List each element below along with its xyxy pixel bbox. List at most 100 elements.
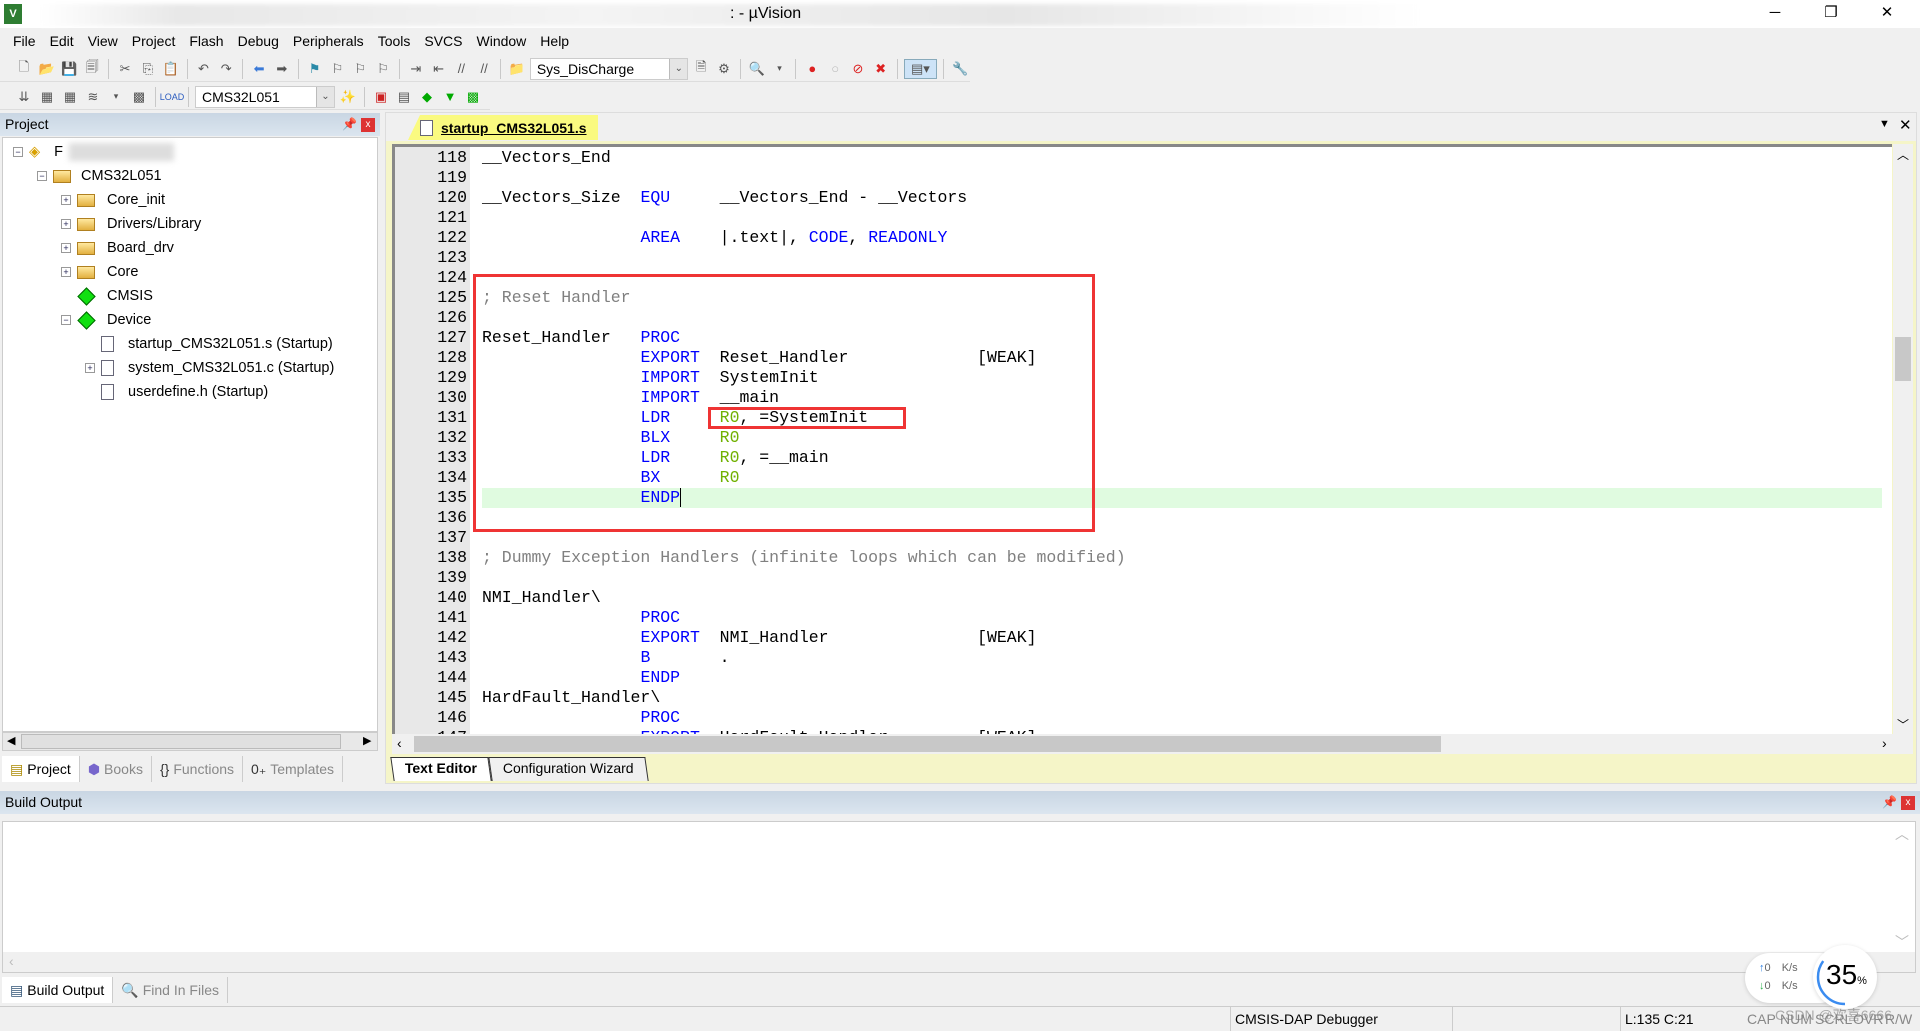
manage-run-time-environment-icon[interactable]: ◆ <box>417 87 437 107</box>
menu-tools[interactable]: Tools <box>371 30 418 52</box>
close-button[interactable]: ✕ <box>1864 0 1910 28</box>
scroll-left-icon[interactable]: ‹ <box>397 735 402 751</box>
tree-root[interactable]: − ◈ F <box>13 141 175 163</box>
expand-icon[interactable]: + <box>61 267 71 277</box>
pack-installer-icon[interactable]: ▩ <box>463 87 483 107</box>
chevron-down-icon[interactable]: ⌄ <box>316 86 334 107</box>
disable-all-breakpoints-icon[interactable]: ⊘ <box>848 59 868 79</box>
copy-icon[interactable]: ⎘ <box>138 59 158 79</box>
chevron-down-icon[interactable]: ⌄ <box>669 58 688 79</box>
rebuild-icon[interactable]: ▦ <box>60 87 80 107</box>
menu-flash[interactable]: Flash <box>182 30 230 52</box>
tree-group[interactable]: − Device <box>61 309 151 331</box>
tree-file[interactable]: startup_CMS32L051.s (Startup) <box>85 333 333 355</box>
scroll-thumb[interactable] <box>21 734 341 749</box>
tab-templates[interactable]: 0₊ Templates <box>243 756 344 782</box>
save-icon[interactable]: 💾 <box>60 59 80 79</box>
new-file-icon[interactable]: 🗋 <box>14 59 34 79</box>
device-target-combo[interactable]: CMS32L051 ⌄ <box>195 85 335 108</box>
tab-project[interactable]: ▤ Project <box>2 756 80 782</box>
target-combo[interactable]: Sys_DisCharge ⌄ <box>529 57 689 80</box>
breakpoint-icon[interactable]: ● <box>802 59 822 79</box>
bookmark-icon[interactable]: ⚑ <box>305 59 325 79</box>
menu-peripherals[interactable]: Peripherals <box>286 30 371 52</box>
tree-target[interactable]: − CMS32L051 <box>37 165 162 187</box>
tab-configuration-wizard[interactable]: Configuration Wizard <box>488 757 649 781</box>
scroll-left-icon[interactable]: ◀ <box>7 734 15 747</box>
next-bookmark-icon[interactable]: ⚐ <box>350 59 370 79</box>
build-horizontal-scrollbar[interactable]: ‹ <box>3 952 1915 972</box>
tab-list-dropdown-icon[interactable]: ▼ <box>1879 118 1890 130</box>
redo-icon[interactable]: ↷ <box>216 59 236 79</box>
wrench-icon[interactable]: 🔧 <box>950 59 970 79</box>
options-for-target-icon[interactable]: ✨ <box>338 87 358 107</box>
chevron-down-icon[interactable]: ▾ <box>770 59 790 79</box>
prev-bookmark-icon[interactable]: ⚐ <box>328 59 348 79</box>
scroll-up-icon[interactable]: ︿ <box>1897 146 1909 163</box>
tree-group[interactable]: CMSIS <box>61 285 153 307</box>
menu-help[interactable]: Help <box>533 30 576 52</box>
find-in-files-icon[interactable]: 📁 <box>507 59 527 79</box>
restore-button[interactable]: ❐ <box>1808 0 1854 28</box>
code-editor[interactable]: 118 __Vectors_End 119 120 __Vectors_Size EQU… <box>392 144 1892 734</box>
multi-project-icon[interactable]: ▤ <box>394 87 414 107</box>
select-software-packs-icon[interactable]: ▼ <box>440 87 460 107</box>
scroll-thumb[interactable] <box>414 736 1441 752</box>
window-layout-icon[interactable]: ▤▾ <box>903 58 938 79</box>
menu-view[interactable]: View <box>81 30 125 52</box>
tab-startup-file[interactable]: startup_CMS32L051.s <box>408 115 598 140</box>
menu-edit[interactable]: Edit <box>43 30 81 52</box>
incremental-find-icon[interactable]: 🗎 <box>691 59 711 79</box>
scroll-thumb[interactable] <box>1895 337 1911 381</box>
expand-icon[interactable]: + <box>61 243 71 253</box>
undo-icon[interactable]: ↶ <box>194 59 214 79</box>
close-panel-icon[interactable]: x <box>1901 796 1915 810</box>
editor-vertical-scrollbar[interactable]: ︿ ﹀ <box>1893 144 1913 734</box>
menu-window[interactable]: Window <box>470 30 534 52</box>
chevron-down-icon[interactable]: ▾ <box>106 87 126 107</box>
close-editor-icon[interactable]: ✕ <box>1899 116 1912 134</box>
menu-file[interactable]: File <box>6 30 43 52</box>
clear-bookmarks-icon[interactable]: ⚐ <box>373 59 393 79</box>
collapse-icon[interactable]: − <box>37 171 47 181</box>
manage-project-items-icon[interactable]: ▣ <box>371 87 391 107</box>
navigate-forward-icon[interactable]: ➡ <box>272 59 292 79</box>
tree-file[interactable]: userdefine.h (Startup) <box>85 381 268 403</box>
save-all-icon[interactable]: 🗐 <box>82 59 102 79</box>
stop-build-icon[interactable]: ▩ <box>129 87 149 107</box>
scroll-right-icon[interactable]: ▶ <box>363 734 371 747</box>
tab-books[interactable]: ⬢ Books <box>80 756 152 782</box>
close-panel-icon[interactable]: x <box>361 118 375 132</box>
tree-group[interactable]: + Core_init <box>61 189 165 211</box>
uncomment-icon[interactable]: // <box>474 59 494 79</box>
editor-horizontal-scrollbar[interactable]: ‹ › <box>392 734 1913 754</box>
build-icon[interactable]: ▦ <box>37 87 57 107</box>
tree-group[interactable]: + Drivers/Library <box>61 213 201 235</box>
collapse-icon[interactable]: − <box>13 147 23 157</box>
scroll-left-icon[interactable]: ‹ <box>9 953 14 969</box>
comment-icon[interactable]: // <box>451 59 471 79</box>
kill-breakpoints-icon[interactable]: ✖ <box>871 59 891 79</box>
scroll-right-icon[interactable]: › <box>1882 735 1887 751</box>
expand-icon[interactable]: + <box>61 219 71 229</box>
menu-project[interactable]: Project <box>125 30 183 52</box>
scroll-up-icon[interactable]: ︿ <box>1895 824 1909 844</box>
navigate-back-icon[interactable]: ⬅ <box>249 59 269 79</box>
indent-icon[interactable]: ⇥ <box>406 59 426 79</box>
tree-file[interactable]: + system_CMS32L051.c (Startup) <box>85 357 334 379</box>
load-download-icon[interactable]: LOAD <box>160 87 185 107</box>
tab-text-editor[interactable]: Text Editor <box>390 757 492 781</box>
collapse-icon[interactable]: − <box>61 315 71 325</box>
project-horizontal-scrollbar[interactable]: ◀ ▶ <box>2 732 378 751</box>
menu-debug[interactable]: Debug <box>231 30 286 52</box>
debug-session-icon[interactable]: 🔍 <box>747 59 767 79</box>
expand-icon[interactable]: + <box>61 195 71 205</box>
scroll-down-icon[interactable]: ﹀ <box>1897 716 1909 733</box>
paste-icon[interactable]: 📋 <box>161 59 181 79</box>
batch-build-icon[interactable]: ≋ <box>83 87 103 107</box>
minimize-button[interactable]: ─ <box>1752 0 1798 28</box>
pin-icon[interactable]: 📌 <box>1882 795 1897 809</box>
disable-breakpoint-icon[interactable]: ○ <box>825 59 845 79</box>
tab-find-in-files[interactable]: 🔍 Find In Files <box>113 977 228 1003</box>
tree-group[interactable]: + Core <box>61 261 138 283</box>
